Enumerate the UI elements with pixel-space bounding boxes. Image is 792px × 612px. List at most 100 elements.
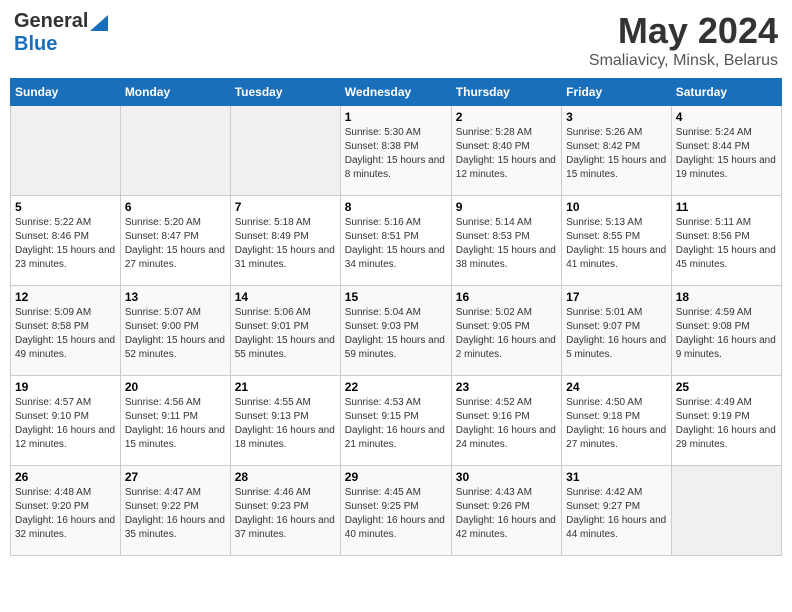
- calendar-location: Smaliavicy, Minsk, Belarus: [589, 52, 778, 70]
- calendar-cell: 8 Sunrise: 5:16 AM Sunset: 8:51 PM Daylig…: [340, 196, 451, 286]
- calendar-cell: 21Sunrise: 4:55 AM Sunset: 9:13 PM Dayli…: [230, 376, 340, 466]
- day-number: 3: [566, 110, 667, 124]
- calendar-cell: 6 Sunrise: 5:20 AM Sunset: 8:47 PM Daylig…: [120, 196, 230, 286]
- day-number: 29: [345, 470, 447, 484]
- calendar-cell: 19Sunrise: 4:57 AM Sunset: 9:10 PM Dayli…: [11, 376, 121, 466]
- calendar-title: May 2024: [589, 10, 778, 52]
- calendar-cell: 14 Sunrise: 5:06 AM Sunset: 9:01 PM Dayli…: [230, 286, 340, 376]
- day-info: Sunrise: 4:59 AM Sunset: 9:08 PM Dayligh…: [676, 306, 777, 362]
- logo: General Blue: [14, 10, 108, 56]
- day-number: 13: [125, 290, 226, 304]
- calendar-cell: 25Sunrise: 4:49 AM Sunset: 9:19 PM Dayli…: [671, 376, 781, 466]
- calendar-week-row: 5 Sunrise: 5:22 AM Sunset: 8:46 PM Daylig…: [11, 196, 782, 286]
- day-number: 9: [456, 200, 557, 214]
- calendar-cell: 15 Sunrise: 5:04 AM Sunset: 9:03 PM Dayli…: [340, 286, 451, 376]
- day-number: 11: [676, 200, 777, 214]
- day-info: Sunrise: 4:43 AM Sunset: 9:26 PM Dayligh…: [456, 486, 557, 542]
- day-info: Sunrise: 5:02 AM Sunset: 9:05 PM Dayligh…: [456, 306, 557, 362]
- day-info: Sunrise: 5:24 AM Sunset: 8:44 PM Dayligh…: [676, 126, 777, 182]
- day-info: Sunrise: 4:56 AM Sunset: 9:11 PM Dayligh…: [125, 396, 226, 452]
- calendar-cell: 18 Sunrise: 4:59 AM Sunset: 9:08 PM Dayli…: [671, 286, 781, 376]
- day-info: Sunrise: 5:01 AM Sunset: 9:07 PM Dayligh…: [566, 306, 667, 362]
- day-number: 8: [345, 200, 447, 214]
- day-number: 24: [566, 380, 667, 394]
- page-header: General Blue May 2024 Smaliavicy, Minsk,…: [10, 10, 782, 70]
- calendar-cell: 4Sunrise: 5:24 AM Sunset: 8:44 PM Daylig…: [671, 106, 781, 196]
- calendar-cell: 10Sunrise: 5:13 AM Sunset: 8:55 PM Dayli…: [562, 196, 672, 286]
- day-number: 30: [456, 470, 557, 484]
- calendar-cell: 11 Sunrise: 5:11 AM Sunset: 8:56 PM Dayli…: [671, 196, 781, 286]
- day-info: Sunrise: 5:22 AM Sunset: 8:46 PM Dayligh…: [15, 216, 116, 272]
- logo-general-text: General: [14, 10, 88, 33]
- calendar-cell: 5 Sunrise: 5:22 AM Sunset: 8:46 PM Daylig…: [11, 196, 121, 286]
- day-info: Sunrise: 5:06 AM Sunset: 9:01 PM Dayligh…: [235, 306, 336, 362]
- calendar-table: SundayMondayTuesdayWednesdayThursdayFrid…: [10, 78, 782, 556]
- day-info: Sunrise: 5:09 AM Sunset: 8:58 PM Dayligh…: [15, 306, 116, 362]
- day-of-week-header: Saturday: [671, 79, 781, 106]
- calendar-cell: [120, 106, 230, 196]
- day-info: Sunrise: 4:55 AM Sunset: 9:13 PM Dayligh…: [235, 396, 336, 452]
- day-number: 5: [15, 200, 116, 214]
- calendar-cell: 31 Sunrise: 4:42 AM Sunset: 9:27 PM Dayli…: [562, 466, 672, 556]
- day-info: Sunrise: 5:11 AM Sunset: 8:56 PM Dayligh…: [676, 216, 777, 272]
- day-of-week-header: Sunday: [11, 79, 121, 106]
- day-of-week-header: Thursday: [451, 79, 561, 106]
- day-info: Sunrise: 4:46 AM Sunset: 9:23 PM Dayligh…: [235, 486, 336, 542]
- day-of-week-header: Wednesday: [340, 79, 451, 106]
- title-block: May 2024 Smaliavicy, Minsk, Belarus: [589, 10, 778, 70]
- calendar-cell: 27Sunrise: 4:47 AM Sunset: 9:22 PM Dayli…: [120, 466, 230, 556]
- day-info: Sunrise: 5:14 AM Sunset: 8:53 PM Dayligh…: [456, 216, 557, 272]
- calendar-header-row: SundayMondayTuesdayWednesdayThursdayFrid…: [11, 79, 782, 106]
- day-number: 23: [456, 380, 557, 394]
- day-number: 15: [345, 290, 447, 304]
- day-info: Sunrise: 5:07 AM Sunset: 9:00 PM Dayligh…: [125, 306, 226, 362]
- day-number: 28: [235, 470, 336, 484]
- day-info: Sunrise: 5:13 AM Sunset: 8:55 PM Dayligh…: [566, 216, 667, 272]
- day-info: Sunrise: 5:16 AM Sunset: 8:51 PM Dayligh…: [345, 216, 447, 272]
- day-number: 14: [235, 290, 336, 304]
- calendar-cell: 12 Sunrise: 5:09 AM Sunset: 8:58 PM Dayli…: [11, 286, 121, 376]
- day-number: 12: [15, 290, 116, 304]
- day-info: Sunrise: 4:45 AM Sunset: 9:25 PM Dayligh…: [345, 486, 447, 542]
- calendar-cell: 26 Sunrise: 4:48 AM Sunset: 9:20 PM Dayli…: [11, 466, 121, 556]
- day-number: 22: [345, 380, 447, 394]
- day-info: Sunrise: 4:52 AM Sunset: 9:16 PM Dayligh…: [456, 396, 557, 452]
- calendar-cell: 13 Sunrise: 5:07 AM Sunset: 9:00 PM Dayli…: [120, 286, 230, 376]
- day-number: 27: [125, 470, 226, 484]
- calendar-cell: 7Sunrise: 5:18 AM Sunset: 8:49 PM Daylig…: [230, 196, 340, 286]
- logo-blue-text: Blue: [14, 33, 57, 55]
- calendar-cell: [230, 106, 340, 196]
- day-info: Sunrise: 5:20 AM Sunset: 8:47 PM Dayligh…: [125, 216, 226, 272]
- day-number: 26: [15, 470, 116, 484]
- day-info: Sunrise: 5:30 AM Sunset: 8:38 PM Dayligh…: [345, 126, 447, 182]
- calendar-cell: 2Sunrise: 5:28 AM Sunset: 8:40 PM Daylig…: [451, 106, 561, 196]
- day-number: 17: [566, 290, 667, 304]
- calendar-cell: 20 Sunrise: 4:56 AM Sunset: 9:11 PM Dayli…: [120, 376, 230, 466]
- day-number: 19: [15, 380, 116, 394]
- calendar-cell: 16 Sunrise: 5:02 AM Sunset: 9:05 PM Dayli…: [451, 286, 561, 376]
- calendar-cell: 30 Sunrise: 4:43 AM Sunset: 9:26 PM Dayli…: [451, 466, 561, 556]
- day-of-week-header: Monday: [120, 79, 230, 106]
- day-info: Sunrise: 4:53 AM Sunset: 9:15 PM Dayligh…: [345, 396, 447, 452]
- day-number: 31: [566, 470, 667, 484]
- day-info: Sunrise: 4:48 AM Sunset: 9:20 PM Dayligh…: [15, 486, 116, 542]
- day-number: 18: [676, 290, 777, 304]
- day-info: Sunrise: 5:04 AM Sunset: 9:03 PM Dayligh…: [345, 306, 447, 362]
- day-number: 7: [235, 200, 336, 214]
- day-info: Sunrise: 5:28 AM Sunset: 8:40 PM Dayligh…: [456, 126, 557, 182]
- day-info: Sunrise: 4:50 AM Sunset: 9:18 PM Dayligh…: [566, 396, 667, 452]
- calendar-week-row: 26 Sunrise: 4:48 AM Sunset: 9:20 PM Dayli…: [11, 466, 782, 556]
- day-number: 16: [456, 290, 557, 304]
- day-info: Sunrise: 5:26 AM Sunset: 8:42 PM Dayligh…: [566, 126, 667, 182]
- calendar-cell: 29 Sunrise: 4:45 AM Sunset: 9:25 PM Dayli…: [340, 466, 451, 556]
- day-number: 1: [345, 110, 447, 124]
- calendar-cell: [11, 106, 121, 196]
- day-number: 20: [125, 380, 226, 394]
- calendar-week-row: 1 Sunrise: 5:30 AM Sunset: 8:38 PM Daylig…: [11, 106, 782, 196]
- day-number: 6: [125, 200, 226, 214]
- calendar-cell: 17 Sunrise: 5:01 AM Sunset: 9:07 PM Dayli…: [562, 286, 672, 376]
- calendar-cell: 22 Sunrise: 4:53 AM Sunset: 9:15 PM Dayli…: [340, 376, 451, 466]
- calendar-week-row: 19Sunrise: 4:57 AM Sunset: 9:10 PM Dayli…: [11, 376, 782, 466]
- day-info: Sunrise: 4:42 AM Sunset: 9:27 PM Dayligh…: [566, 486, 667, 542]
- day-info: Sunrise: 4:49 AM Sunset: 9:19 PM Dayligh…: [676, 396, 777, 452]
